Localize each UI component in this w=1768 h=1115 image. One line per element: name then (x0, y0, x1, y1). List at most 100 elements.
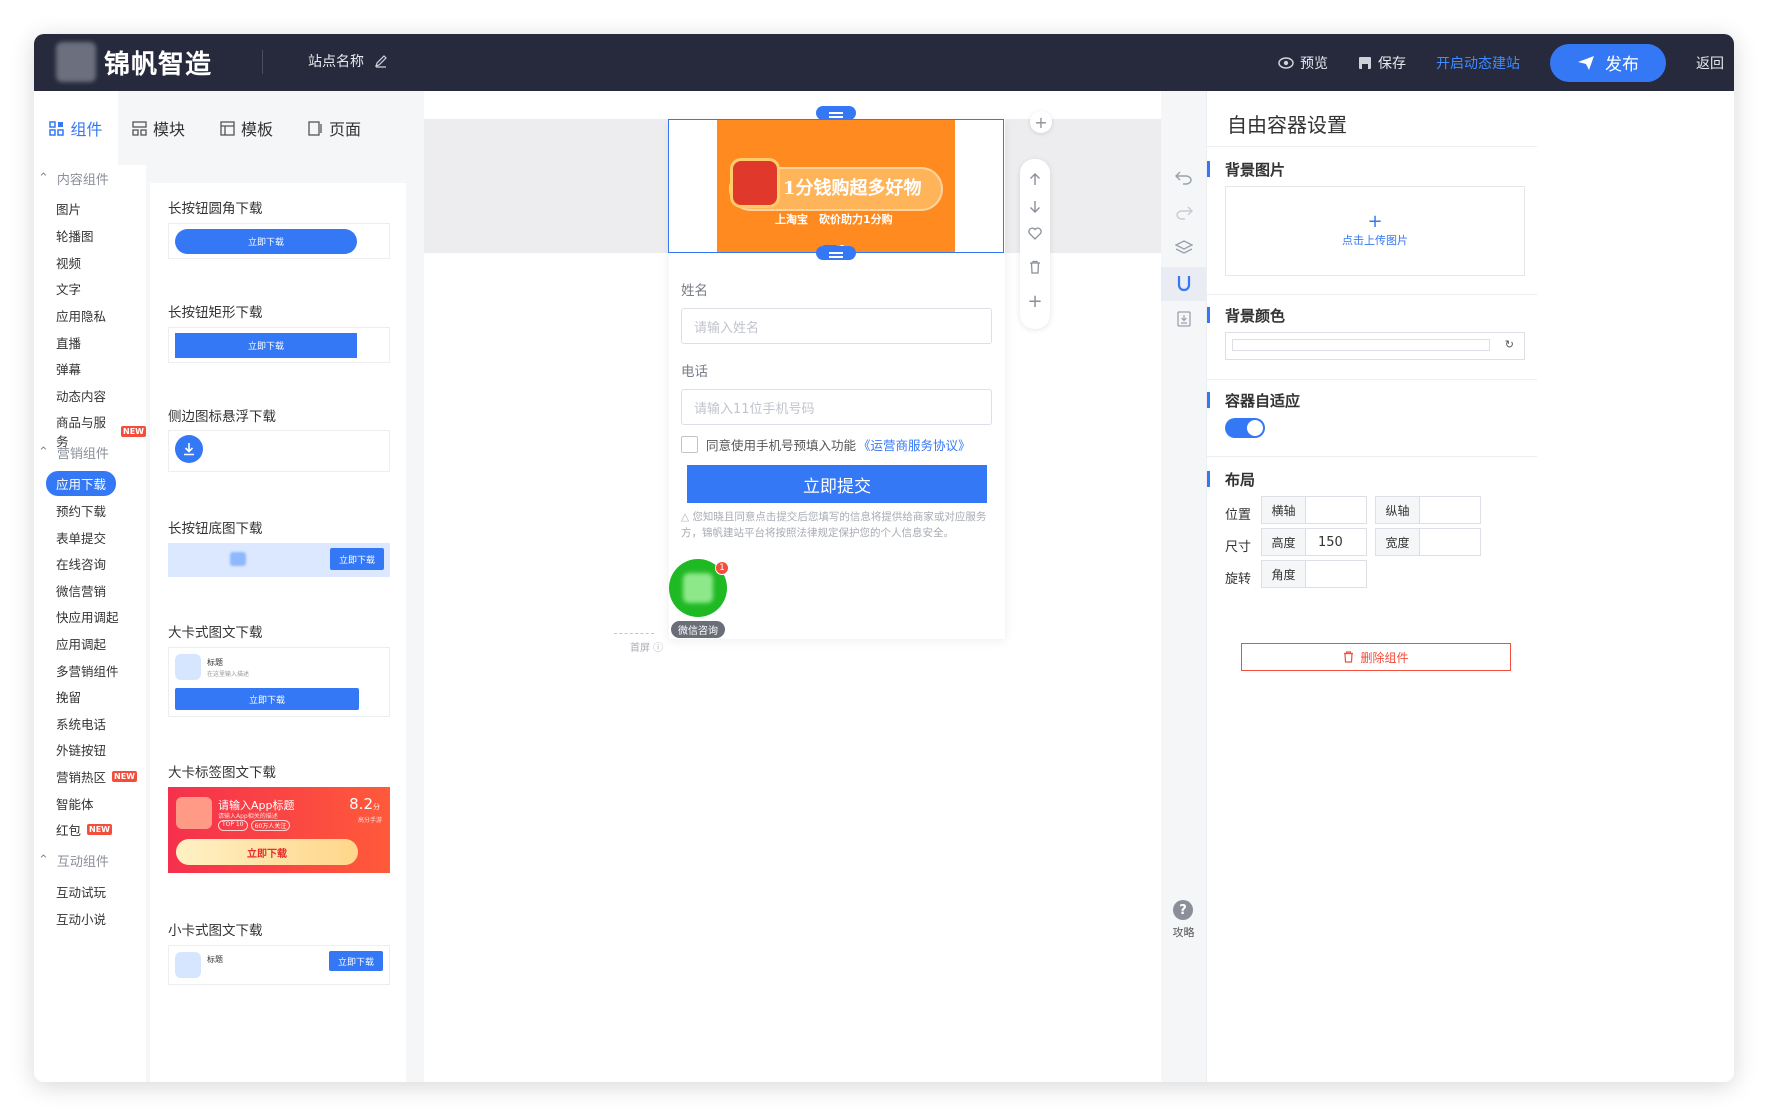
category-interactive[interactable]: ⌃ 互动组件 (38, 851, 109, 870)
chevron-up-icon: ⌃ (38, 171, 49, 186)
category-label: 营销组件 (56, 447, 109, 462)
sidebar-item[interactable]: 应用隐私 (56, 306, 106, 325)
sidebar-item[interactable]: 系统电话 (56, 714, 106, 733)
adaptive-toggle[interactable] (1225, 418, 1265, 438)
add-above-icon[interactable]: + (1030, 111, 1052, 133)
submit-button[interactable]: 立即提交 (687, 465, 987, 503)
sidebar-item[interactable]: 弹幕 (56, 359, 81, 378)
sidebar-item[interactable]: 动态内容 (56, 386, 106, 405)
card-panel: 长按钮圆角下载 立即下载 长按钮矩形下载 立即下载 侧边图标悬浮下载 长按钮底图… (150, 183, 406, 1082)
card-small-download[interactable]: 标题 立即下载 (168, 945, 390, 985)
width-field[interactable]: 宽度 (1375, 528, 1481, 556)
site-name[interactable]: 站点名称 (308, 51, 388, 71)
sidebar-item[interactable]: 图片 (56, 199, 81, 218)
magnet-icon[interactable] (1161, 267, 1206, 301)
card-big-download[interactable]: 标题 在这里输入描述 立即下载 (168, 647, 390, 717)
phone-label: 电话 (681, 364, 708, 380)
agreement-link[interactable]: 《运营商服务协议》 (858, 435, 971, 454)
edit-icon[interactable] (374, 54, 388, 68)
height-field[interactable]: 高度 150 (1261, 528, 1367, 556)
plus-icon: + (1367, 211, 1383, 232)
card-title: 小卡式图文下载 (168, 923, 263, 939)
heart-icon[interactable] (1020, 223, 1050, 243)
color-picker[interactable]: ↻ (1225, 332, 1525, 360)
redo-icon[interactable] (1161, 202, 1206, 224)
back-button[interactable]: 返回 (1696, 53, 1724, 73)
category-marketing[interactable]: ⌃ 营销组件 (38, 443, 109, 462)
sidebar-item[interactable]: 营销热区 NEW (56, 767, 137, 786)
score: 8.2分 (349, 795, 380, 813)
divider (1207, 456, 1537, 457)
category-content[interactable]: ⌃ 内容组件 (38, 169, 109, 188)
sidebar-item[interactable]: 红包 NEW (56, 820, 112, 839)
sidebar-item[interactable]: 轮播图 (56, 226, 94, 245)
delete-component-button[interactable]: 删除组件 (1241, 643, 1511, 671)
phone-input[interactable]: 请输入11位手机号码 (681, 389, 992, 425)
pos-y-field[interactable]: 纵轴 (1375, 496, 1481, 524)
tag: TOP 10 (218, 820, 248, 831)
pos-x-field[interactable]: 横轴 (1261, 496, 1367, 524)
sidebar-item-app-download[interactable]: 应用下载 (46, 471, 117, 496)
tab-components[interactable]: 组件 (34, 91, 118, 165)
angle-key: 角度 (1262, 561, 1306, 587)
upload-area[interactable]: + 点击上传图片 (1225, 186, 1525, 276)
card-side-float-download[interactable] (168, 430, 390, 472)
sidebar-item[interactable]: 快应用调起 (56, 607, 119, 626)
sidebar-item[interactable]: 在线咨询 (56, 554, 106, 573)
send-icon (1578, 55, 1594, 70)
sidebar-item[interactable]: 挽留 (56, 687, 81, 706)
sidebar-item[interactable]: 外链按钮 (56, 740, 106, 759)
drag-handle-bottom[interactable] (816, 246, 856, 260)
sidebar-item[interactable]: 互动试玩 (56, 882, 106, 901)
download-button-preview: 立即下载 (175, 688, 359, 710)
undo-icon[interactable] (1161, 167, 1206, 189)
height-value: 150 (1318, 534, 1343, 550)
drag-handle-top[interactable] (816, 106, 856, 120)
layers-icon[interactable] (1161, 237, 1206, 259)
size-label: 尺寸 (1225, 540, 1252, 555)
tab-templates[interactable]: 模板 (220, 91, 273, 165)
question-circle-icon[interactable]: ⓘ (650, 643, 663, 654)
reset-icon[interactable]: ↻ (1505, 338, 1514, 351)
save-button[interactable]: 保存 (1358, 53, 1406, 73)
wechat-label: 微信咨询 (671, 621, 725, 638)
dynamic-site-link[interactable]: 开启动态建站 (1436, 53, 1520, 73)
help-icon[interactable]: ? (1173, 900, 1193, 920)
sidebar-item[interactable]: 视频 (56, 253, 81, 272)
eye-icon (1278, 56, 1294, 69)
sidebar-item[interactable]: 预约下载 (56, 501, 106, 520)
sidebar-item[interactable]: 直播 (56, 333, 81, 352)
category-label: 互动组件 (56, 855, 109, 870)
arrow-down-icon[interactable] (1020, 197, 1050, 217)
doc-icon[interactable] (1161, 308, 1206, 330)
download-icon (175, 435, 203, 463)
card-bg-download[interactable]: 立即下载 (168, 543, 390, 577)
publish-button[interactable]: 发布 (1550, 43, 1666, 82)
sidebar-item[interactable]: 文字 (56, 279, 81, 298)
card-title: 长按钮底图下载 (168, 521, 263, 537)
sidebar-item[interactable]: 应用调起 (56, 634, 106, 653)
publish-label: 发布 (1605, 55, 1639, 75)
sidebar-item[interactable]: 微信营销 (56, 581, 106, 600)
card-rect-download[interactable]: 立即下载 (168, 327, 390, 363)
card-label-download[interactable]: 请输入App标题 请输入App相关的描述 TOP 10 60万人关注 8.2分 … (168, 787, 390, 873)
sidebar-item[interactable]: 智能体 (56, 794, 94, 813)
tab-modules[interactable]: 模块 (132, 91, 185, 165)
tab-pages[interactable]: 页面 (308, 91, 361, 165)
add-below-icon[interactable]: + (1020, 291, 1050, 312)
sidebar-item[interactable]: 表单提交 (56, 528, 106, 547)
selected-container[interactable] (668, 119, 1004, 253)
preview-button[interactable]: 预览 (1278, 53, 1328, 73)
trash-icon[interactable] (1020, 257, 1050, 277)
sidebar-item[interactable]: 多营销组件 (56, 661, 119, 680)
app-icon (175, 952, 201, 978)
width-key: 宽度 (1376, 529, 1420, 555)
agree-checkbox[interactable] (681, 436, 698, 453)
sidebar-item[interactable]: 互动小说 (56, 909, 106, 928)
download-button-preview: 立即下载 (329, 951, 383, 971)
angle-field[interactable]: 角度 (1261, 560, 1367, 588)
arrow-up-icon[interactable] (1020, 169, 1050, 189)
card-round-download[interactable]: 立即下载 (168, 223, 390, 259)
name-input[interactable]: 请输入姓名 (681, 308, 992, 344)
help-label[interactable]: 攻略 (1161, 924, 1206, 940)
